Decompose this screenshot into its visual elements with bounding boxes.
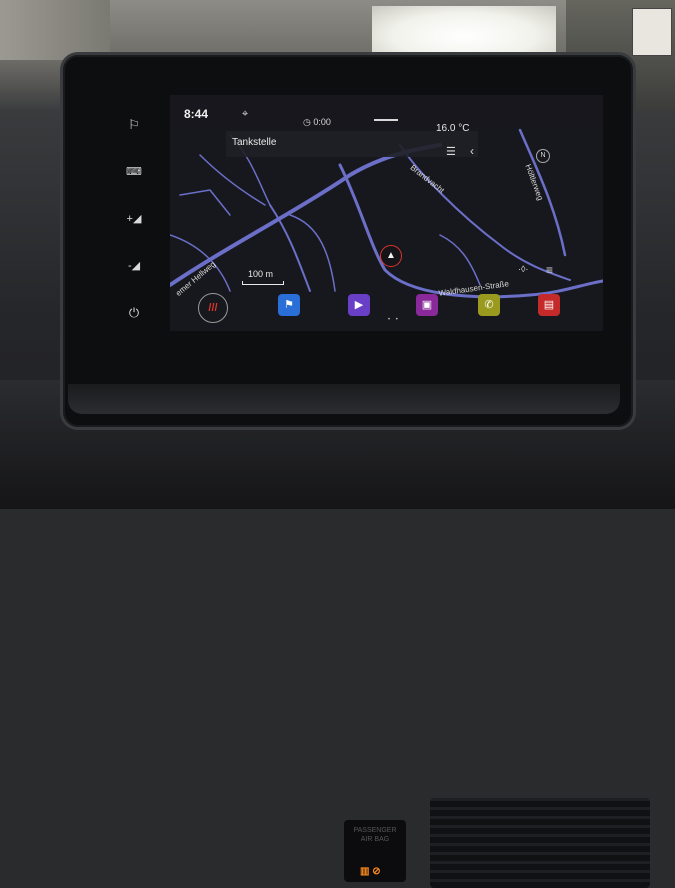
page-indicator: • •	[388, 317, 400, 323]
pan-map-icon[interactable]: ·◊·	[518, 264, 528, 274]
phone-icon[interactable]: ✆	[478, 294, 500, 316]
home-icon[interactable]: ///	[198, 293, 228, 323]
wall-sticker	[632, 8, 672, 56]
map-menu-icon[interactable]: ≡	[546, 263, 553, 277]
passenger-airbag-label: PASSENGER AIR BAG	[353, 827, 397, 843]
radio-icon[interactable]: ▣	[416, 294, 438, 316]
timer-value: 0:00	[313, 117, 331, 127]
infotainment-screen: 8:44 ⌖ ◷ 0:00 16.0 °C Tankstelle ☰ ‹ N B…	[170, 95, 603, 331]
garage-door	[0, 0, 110, 60]
navigation-icon[interactable]: ⚑	[278, 294, 300, 316]
temperature: 16.0 °C	[436, 123, 470, 134]
map-scale-bar	[242, 281, 284, 285]
status-bar: 8:44 ⌖ ◷ 0:00 16.0 °C	[170, 95, 603, 134]
timer-icon: ◷	[303, 117, 314, 127]
timer: ◷ 0:00	[303, 117, 331, 128]
back-chevron-icon[interactable]: ‹	[470, 144, 474, 158]
vehicle-position-marker: ▲	[380, 245, 402, 267]
app-dock: /// ⚑ ▶ ▣ ✆ ▤ • •	[170, 291, 603, 331]
flag-icon[interactable]: ⚐	[124, 116, 144, 134]
gps-icon: ⌖	[242, 108, 249, 120]
passenger-airbag-indicator: PASSENGER AIR BAG ▥ ⊘	[344, 820, 406, 882]
airbag-off-icon: ▥ ⊘	[360, 866, 381, 877]
destination-search-label[interactable]: Tankstelle	[232, 137, 276, 148]
media-icon[interactable]: ▶	[348, 294, 370, 316]
list-icon[interactable]: ☰	[446, 145, 456, 158]
power-icon[interactable]: ⏻	[124, 304, 144, 322]
volume-up-icon[interactable]: +◢	[124, 210, 144, 228]
messages-icon[interactable]: ▤	[538, 294, 560, 316]
keyboard-icon[interactable]: ⌨	[124, 163, 144, 181]
volume-down-icon[interactable]: -◢	[124, 257, 144, 275]
compass-icon[interactable]: N	[536, 149, 550, 163]
infotainment-bezel-bottom	[68, 384, 620, 414]
map-scale-label: 100 m	[248, 269, 274, 279]
clock: 8:44	[184, 107, 209, 121]
air-vent	[430, 798, 650, 888]
status-divider	[374, 119, 398, 121]
